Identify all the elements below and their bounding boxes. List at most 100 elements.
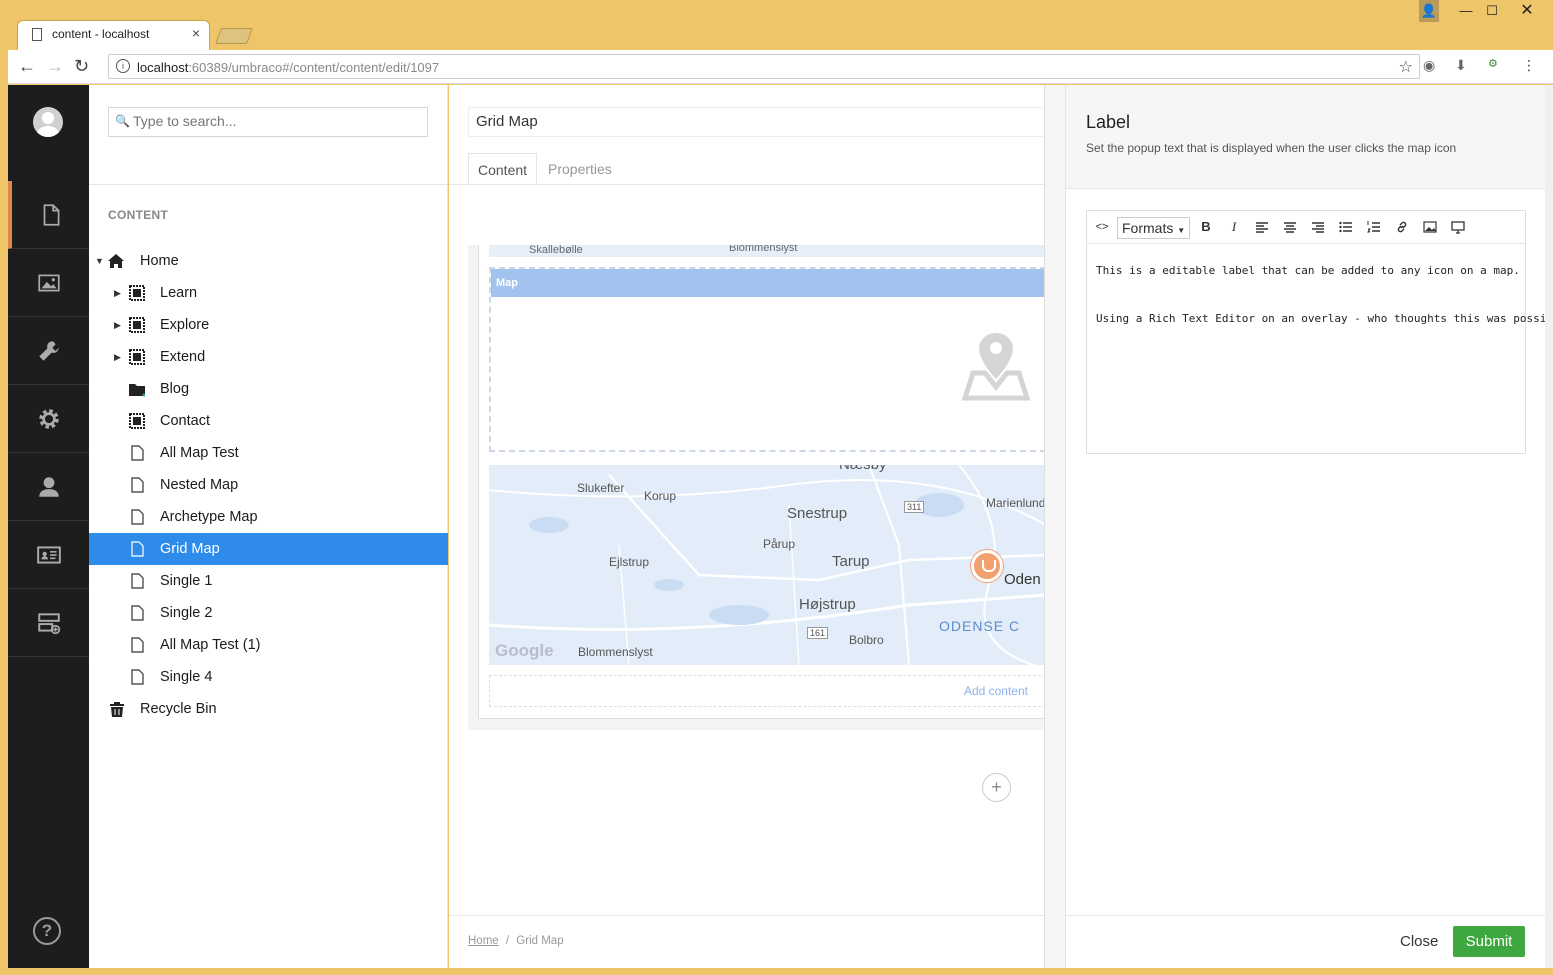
map-pin-placeholder-icon [961, 333, 1031, 401]
document-type-icon [129, 317, 145, 333]
browser-toolbar: ← → ↻ i localhost:60389/umbraco#/content… [8, 50, 1553, 84]
info-icon[interactable]: i [116, 59, 130, 73]
extension-globe-icon[interactable]: ◉ [1423, 57, 1435, 74]
tree-item-single-1[interactable]: Single 1 [89, 565, 448, 597]
users-icon[interactable] [8, 453, 89, 521]
document-icon [131, 669, 144, 685]
close-button[interactable]: Close [1400, 933, 1438, 950]
address-bar[interactable]: i localhost:60389/umbraco#/content/conte… [108, 54, 1420, 79]
tree-item-home[interactable]: ▼ Home [89, 245, 448, 277]
maximize-icon[interactable]: ☐ [1482, 0, 1502, 22]
trash-icon [110, 702, 124, 717]
forms-icon[interactable] [8, 589, 89, 657]
caret-down-icon[interactable]: ▼ [95, 245, 104, 277]
tree-item-label: Home [140, 253, 179, 269]
content-section-icon[interactable] [8, 181, 89, 249]
bullet-list-icon[interactable] [1339, 218, 1353, 236]
window-close-icon[interactable]: ✕ [1512, 0, 1542, 22]
tree-item-label: Archetype Map [160, 509, 258, 525]
align-left-icon[interactable] [1255, 218, 1269, 236]
tab-close-icon[interactable]: × [192, 25, 200, 41]
tree-item-archetype-map[interactable]: Archetype Map [89, 501, 448, 533]
numbered-list-icon[interactable] [1367, 218, 1381, 236]
rich-text-editor[interactable]: <> Formats ▼ B I This is a editable labe… [1086, 210, 1553, 454]
tab-content[interactable]: Content [468, 153, 538, 185]
browser-menu-icon[interactable]: ⋮ [1522, 57, 1536, 74]
caret-right-icon[interactable]: ▶ [114, 277, 121, 309]
forward-icon[interactable]: → [46, 56, 64, 77]
map-label: Snestrup [787, 505, 848, 522]
tree-item-all-map-test-1[interactable]: All Map Test (1) [89, 629, 448, 661]
tree-item-grid-map[interactable]: Grid Map [89, 533, 448, 565]
media-section-icon[interactable] [8, 249, 89, 317]
rte-content[interactable]: This is a editable label that can be add… [1096, 263, 1553, 359]
umbraco-marker-icon[interactable] [971, 550, 1003, 582]
tree-item-contact[interactable]: Contact [89, 405, 448, 437]
browser-tab[interactable]: content - localhost × [17, 20, 210, 50]
members-card-icon[interactable] [8, 521, 89, 589]
add-content-area[interactable]: Add content [489, 675, 1046, 707]
align-right-icon[interactable] [1311, 218, 1325, 236]
overlay-header: Label Set the popup text that is display… [1066, 85, 1546, 189]
italic-button[interactable]: I [1227, 218, 1241, 236]
tree-item-nested-map[interactable]: Nested Map [89, 469, 448, 501]
tree-item-all-map-test[interactable]: All Map Test [89, 437, 448, 469]
new-tab-button[interactable] [215, 28, 253, 44]
tree-item-learn[interactable]: ▶ Learn [89, 277, 448, 309]
formats-dropdown[interactable]: Formats ▼ [1117, 217, 1191, 239]
reload-icon[interactable]: ↻ [74, 56, 89, 77]
tree-item-explore[interactable]: ▶ Explore [89, 309, 448, 341]
map-cell-header: Map [491, 269, 1046, 297]
tree-item-label: Single 4 [160, 669, 213, 685]
image-icon[interactable] [1423, 218, 1437, 236]
submit-button[interactable]: Submit [1453, 926, 1525, 957]
label-overlay-panel: Label Set the popup text that is display… [1044, 85, 1553, 968]
bookmark-star-icon[interactable]: ☆ [1399, 57, 1413, 77]
developer-gear-icon[interactable] [8, 385, 89, 453]
document-type-icon [129, 413, 145, 429]
source-code-button[interactable]: <> [1095, 218, 1109, 236]
tab-properties[interactable]: Properties [539, 153, 621, 185]
add-row-button[interactable]: + [982, 773, 1011, 802]
align-center-icon[interactable] [1283, 218, 1297, 236]
tree-item-single-4[interactable]: Single 4 [89, 661, 448, 693]
map-label: Næsby [839, 465, 887, 473]
tree-item-blog[interactable]: Blog [89, 373, 448, 405]
breadcrumb-home-link[interactable]: Home [468, 935, 499, 947]
tree-item-recycle-bin[interactable]: Recycle Bin [89, 693, 448, 725]
back-icon[interactable]: ← [18, 56, 36, 77]
tree-item-label: Contact [160, 413, 210, 429]
caret-right-icon[interactable]: ▶ [114, 341, 121, 373]
page-scrollbar[interactable] [1545, 85, 1553, 968]
tree-item-label: All Map Test [160, 445, 239, 461]
add-content-link[interactable]: Add content [964, 684, 1028, 698]
map-preview-strip: Skallebølle Blommenslyst [489, 245, 1046, 257]
tree-item-label: Recycle Bin [140, 701, 217, 717]
user-avatar[interactable] [33, 107, 63, 137]
bold-button[interactable]: B [1199, 218, 1213, 236]
map-label: ODENSE C [939, 618, 1021, 634]
map-label: Blommenslyst [578, 645, 653, 659]
tree-item-label: Single 2 [160, 605, 213, 621]
extension-download-icon[interactable]: ⬇ [1455, 57, 1467, 74]
tree-item-label: Blog [160, 381, 190, 397]
document-name-input[interactable]: Grid Map [468, 107, 1068, 137]
tree-search-box[interactable]: 🔍 [108, 107, 428, 137]
link-icon[interactable] [1395, 218, 1409, 236]
help-icon[interactable]: ? [33, 917, 61, 945]
profile-icon[interactable]: 👤 [1419, 0, 1439, 22]
tree-item-single-2[interactable]: Single 2 [89, 597, 448, 629]
embed-icon[interactable] [1451, 218, 1465, 236]
tree-section-title: CONTENT [108, 208, 169, 222]
tree-item-extend[interactable]: ▶ Extend [89, 341, 448, 373]
search-input[interactable] [133, 113, 423, 129]
map-label: Marienlund [986, 496, 1046, 510]
caret-right-icon[interactable]: ▶ [114, 309, 121, 341]
map-label: Slukefter [577, 481, 625, 495]
extension-js-icon[interactable]: ⚙ [1488, 57, 1498, 70]
minimize-icon[interactable]: — [1456, 0, 1476, 22]
map-label: Oden [1004, 571, 1041, 588]
map-grid-cell[interactable]: Map [489, 267, 1046, 452]
settings-wrench-icon[interactable] [8, 317, 89, 385]
map-canvas[interactable]: Næsby Slukefter Korup Snestrup Marienlun… [489, 465, 1046, 665]
